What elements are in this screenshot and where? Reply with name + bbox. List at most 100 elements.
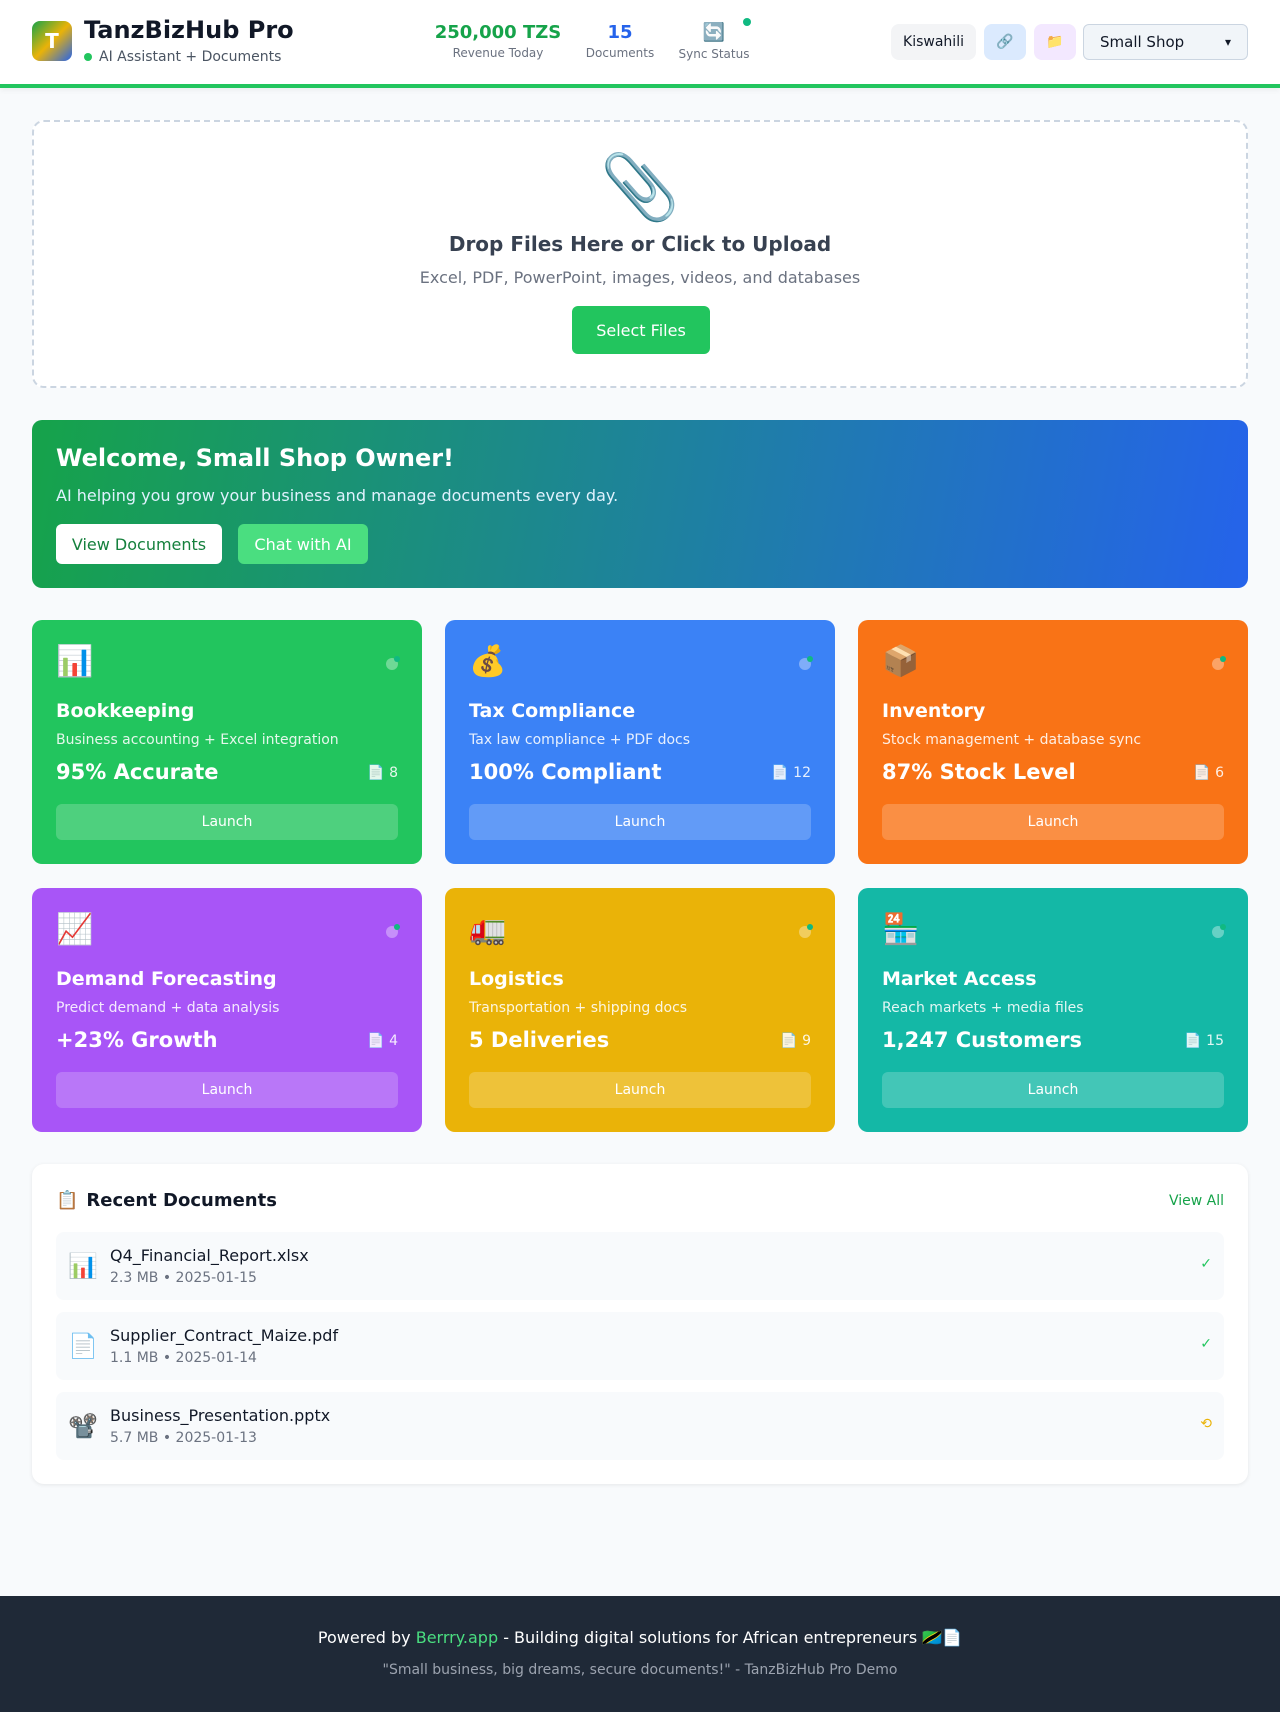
document-name: Business_Presentation.pptx	[110, 1406, 331, 1425]
language-button[interactable]: Kiswahili	[891, 24, 976, 60]
document-row[interactable]: 📊 Q4_Financial_Report.xlsx 2.3 MB • 2025…	[56, 1232, 1224, 1300]
card-status-dot	[1212, 924, 1226, 938]
app-header: T TanzBizHub Pro AI Assistant + Document…	[0, 0, 1280, 88]
app-title: TanzBizHub Pro	[84, 16, 294, 44]
berrry-link[interactable]: Berrry.app	[416, 1628, 498, 1647]
money-bag-icon: 💰	[469, 644, 507, 679]
trend-chart-icon: 📈	[56, 912, 94, 947]
footer-credit: Powered by Berrry.app - Building digital…	[0, 1628, 1280, 1647]
folder-button[interactable]: 📁	[1034, 24, 1076, 60]
footer-suffix: - Building digital solutions for African…	[498, 1628, 963, 1647]
launch-market-access-button[interactable]: Launch	[882, 1072, 1224, 1108]
card-metric: 87% Stock Level	[882, 760, 1076, 784]
syncing-icon: ⟲	[1200, 1416, 1212, 1432]
card-title: Bookkeeping	[56, 700, 195, 722]
document-row[interactable]: 📽️ Business_Presentation.pptx 5.7 MB • 2…	[56, 1392, 1224, 1460]
folder-icon: 📁	[1046, 34, 1064, 50]
upload-description: Excel, PDF, PowerPoint, images, videos, …	[419, 268, 861, 287]
document-icon: 📄	[68, 1332, 98, 1360]
card-description: Reach markets + media files	[882, 1000, 1084, 1016]
card-metric: 100% Compliant	[469, 760, 662, 784]
card-doc-count: 📄 8	[367, 765, 398, 781]
app-subtitle-text: AI Assistant + Documents	[99, 49, 282, 65]
welcome-banner: Welcome, Small Shop Owner! AI helping yo…	[32, 420, 1248, 588]
truck-icon: 🚛	[469, 912, 507, 947]
revenue-stat: 250,000 TZS Revenue Today	[430, 22, 566, 60]
check-icon: ✓	[1200, 1256, 1212, 1272]
card-description: Tax law compliance + PDF docs	[469, 732, 691, 748]
footer-prefix: Powered by	[317, 1628, 416, 1647]
select-files-button[interactable]: Select Files	[572, 306, 710, 354]
clipboard-icon: 📋	[56, 1190, 79, 1211]
card-bookkeeping: 📊 Bookkeeping Business accounting + Exce…	[32, 620, 422, 864]
launch-demand-forecasting-button[interactable]: Launch	[56, 1072, 398, 1108]
card-doc-count: 📄 4	[367, 1033, 398, 1049]
document-meta: 5.7 MB • 2025-01-13	[110, 1430, 257, 1446]
document-row[interactable]: 📄 Supplier_Contract_Maize.pdf 1.1 MB • 2…	[56, 1312, 1224, 1380]
recent-documents-heading: 📋 Recent Documents	[56, 1190, 277, 1211]
card-status-dot	[799, 924, 813, 938]
card-description: Transportation + shipping docs	[469, 1000, 688, 1016]
document-meta: 1.1 MB • 2025-01-14	[110, 1350, 257, 1366]
sync-status-dot	[743, 18, 751, 26]
check-icon: ✓	[1200, 1336, 1212, 1352]
chevron-down-icon: ▾	[1224, 35, 1231, 49]
revenue-value: 250,000 TZS	[434, 22, 562, 43]
documents-stat: 15 Documents	[580, 22, 660, 60]
business-type-select[interactable]: Small Shop ▾	[1083, 24, 1248, 60]
chat-with-ai-button[interactable]: Chat with AI	[238, 524, 368, 564]
sync-label: Sync Status	[678, 47, 750, 61]
online-status-dot	[84, 53, 92, 61]
card-logistics: 🚛 Logistics Transportation + shipping do…	[445, 888, 835, 1132]
card-status-dot	[386, 924, 400, 938]
card-metric: 95% Accurate	[56, 760, 219, 784]
page-footer: Powered by Berrry.app - Building digital…	[0, 1596, 1280, 1712]
launch-bookkeeping-button[interactable]: Launch	[56, 804, 398, 840]
welcome-title: Welcome, Small Shop Owner!	[56, 444, 455, 472]
card-title: Market Access	[882, 968, 1037, 990]
launch-logistics-button[interactable]: Launch	[469, 1072, 811, 1108]
app-logo: T	[32, 21, 72, 61]
card-tax-compliance: 💰 Tax Compliance Tax law compliance + PD…	[445, 620, 835, 864]
card-metric: +23% Growth	[56, 1028, 218, 1052]
view-documents-button[interactable]: View Documents	[56, 524, 222, 564]
card-title: Demand Forecasting	[56, 968, 277, 990]
sync-icon: 🔄	[702, 22, 726, 43]
document-name: Supplier_Contract_Maize.pdf	[110, 1326, 339, 1345]
documents-count: 15	[607, 22, 633, 43]
card-title: Logistics	[469, 968, 564, 990]
card-metric: 1,247 Customers	[882, 1028, 1083, 1052]
upload-title: Drop Files Here or Click to Upload	[448, 232, 832, 256]
launch-tax-compliance-button[interactable]: Launch	[469, 804, 811, 840]
card-doc-count: 📄 6	[1193, 765, 1224, 781]
card-doc-count: 📄 12	[771, 765, 811, 781]
footer-quote: "Small business, big dreams, secure docu…	[382, 1662, 898, 1678]
card-status-dot	[799, 656, 813, 670]
document-meta: 2.3 MB • 2025-01-15	[110, 1270, 257, 1286]
card-title: Inventory	[882, 700, 986, 722]
spreadsheet-icon: 📊	[68, 1252, 98, 1280]
business-type-value: Small Shop	[1100, 33, 1185, 51]
card-doc-count: 📄 15	[1184, 1033, 1224, 1049]
revenue-label: Revenue Today	[452, 46, 544, 60]
link-button[interactable]: 🔗	[984, 24, 1026, 60]
card-title: Tax Compliance	[469, 700, 636, 722]
projector-icon: 📽️	[68, 1412, 98, 1440]
card-doc-count: 📄 9	[780, 1033, 811, 1049]
launch-inventory-button[interactable]: Launch	[882, 804, 1224, 840]
document-name: Q4_Financial_Report.xlsx	[110, 1246, 309, 1265]
card-description: Stock management + database sync	[882, 732, 1142, 748]
view-all-link[interactable]: View All	[1169, 1193, 1224, 1209]
recent-documents-title: Recent Documents	[86, 1190, 277, 1211]
package-icon: 📦	[882, 644, 920, 679]
app-subtitle: AI Assistant + Documents	[84, 49, 281, 65]
card-status-dot	[1212, 656, 1226, 670]
sync-stat: 🔄 Sync Status	[672, 22, 756, 61]
file-drop-zone[interactable]: 📎 Drop Files Here or Click to Upload Exc…	[32, 120, 1248, 388]
link-icon: 🔗	[996, 34, 1014, 50]
card-status-dot	[386, 656, 400, 670]
store-icon: 🏪	[882, 912, 920, 947]
card-demand-forecasting: 📈 Demand Forecasting Predict demand + da…	[32, 888, 422, 1132]
bar-chart-icon: 📊	[56, 644, 94, 679]
card-metric: 5 Deliveries	[469, 1028, 610, 1052]
